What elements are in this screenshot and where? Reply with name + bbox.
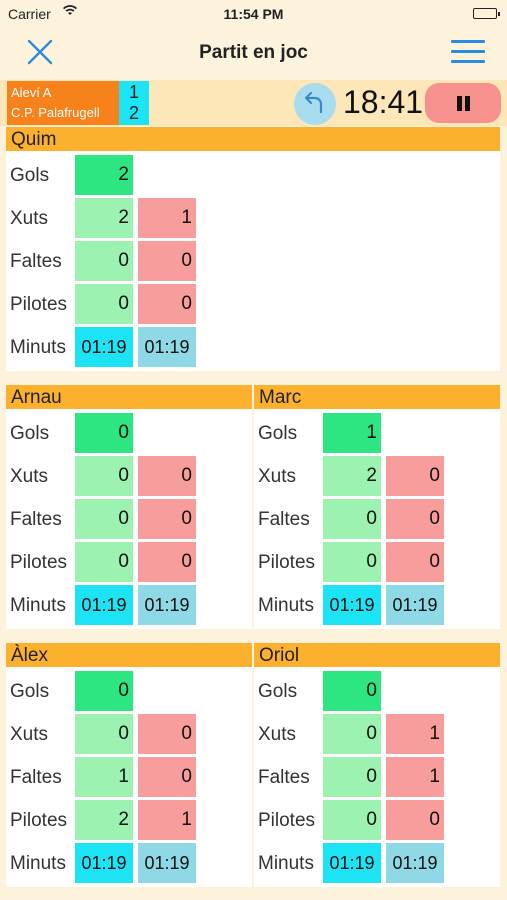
player-name: Arnau xyxy=(6,385,252,409)
away-team-name: C.P. Palafrugell xyxy=(11,105,100,120)
team-names: Aleví A C.P. Palafrugell xyxy=(7,81,119,125)
balls-label: Pilotes xyxy=(10,810,68,831)
minutes-played-cell[interactable]: 01:19 xyxy=(75,843,133,883)
balls-won-cell[interactable]: 0 xyxy=(323,800,381,840)
fouls-committed-cell[interactable]: 1 xyxy=(386,757,444,797)
shots-label: Xuts xyxy=(258,724,297,745)
minutes-played-cell[interactable]: 01:19 xyxy=(75,585,133,625)
navigation-bar: Partit en joc xyxy=(0,28,507,76)
fouls-received-cell[interactable]: 0 xyxy=(323,499,381,539)
fouls-committed-cell[interactable]: 0 xyxy=(386,499,444,539)
shots-label: Xuts xyxy=(10,466,49,487)
menu-icon[interactable] xyxy=(451,40,485,64)
goals-label: Gols xyxy=(10,423,50,444)
fouls-label: Faltes xyxy=(10,251,62,272)
minutes-played-cell[interactable]: 01:19 xyxy=(75,327,133,367)
minutes-label: Minuts xyxy=(10,337,66,358)
home-score: 1 xyxy=(128,82,139,102)
shots-missed-cell[interactable]: 0 xyxy=(386,456,444,496)
pause-icon xyxy=(457,96,462,111)
player-card: Arnau Gols 0 Xuts 0 0 Faltes 0 0 Pilotes… xyxy=(6,385,252,629)
balls-lost-cell[interactable]: 0 xyxy=(386,800,444,840)
scores: 1 2 xyxy=(119,81,149,125)
shots-on-target-cell[interactable]: 2 xyxy=(323,456,381,496)
battery-icon xyxy=(473,8,500,19)
fouls-received-cell[interactable]: 1 xyxy=(75,757,133,797)
player-name: Àlex xyxy=(6,643,252,667)
fouls-received-cell[interactable]: 0 xyxy=(75,499,133,539)
match-clock: 18:41 xyxy=(343,84,424,120)
balls-lost-cell[interactable]: 0 xyxy=(138,284,196,324)
score-bar: Aleví A C.P. Palafrugell 1 2 18:41 xyxy=(0,80,507,126)
status-bar: Carrier 11:54 PM xyxy=(0,0,507,28)
minutes-total-cell: 01:19 xyxy=(138,327,196,367)
balls-lost-cell[interactable]: 1 xyxy=(138,800,196,840)
player-card: Marc Gols 1 Xuts 2 0 Faltes 0 0 Pilotes … xyxy=(254,385,500,629)
home-team-name: Aleví A xyxy=(11,85,52,100)
shots-label: Xuts xyxy=(10,724,49,745)
fouls-label: Faltes xyxy=(258,767,310,788)
balls-won-cell[interactable]: 0 xyxy=(323,542,381,582)
shots-missed-cell[interactable]: 1 xyxy=(386,714,444,754)
pause-button[interactable] xyxy=(425,83,501,123)
balls-label: Pilotes xyxy=(258,810,316,831)
player-card: Àlex Gols 0 Xuts 0 0 Faltes 1 0 Pilotes … xyxy=(6,643,252,887)
minutes-played-cell[interactable]: 01:19 xyxy=(323,585,381,625)
shots-on-target-cell[interactable]: 0 xyxy=(75,714,133,754)
shots-label: Xuts xyxy=(258,466,297,487)
goals-cell[interactable]: 0 xyxy=(323,671,381,711)
goals-label: Gols xyxy=(10,165,50,186)
balls-won-cell[interactable]: 2 xyxy=(75,800,133,840)
balls-label: Pilotes xyxy=(10,552,68,573)
balls-won-cell[interactable]: 0 xyxy=(75,542,133,582)
shots-missed-cell[interactable]: 0 xyxy=(138,456,196,496)
shots-on-target-cell[interactable]: 0 xyxy=(323,714,381,754)
fouls-received-cell[interactable]: 0 xyxy=(323,757,381,797)
shots-label: Xuts xyxy=(10,208,49,229)
goals-cell[interactable]: 1 xyxy=(323,413,381,453)
fouls-label: Faltes xyxy=(10,767,62,788)
balls-label: Pilotes xyxy=(10,294,68,315)
undo-icon xyxy=(304,91,323,114)
fouls-label: Faltes xyxy=(258,509,310,530)
minutes-total-cell: 01:19 xyxy=(138,843,196,883)
fouls-label: Faltes xyxy=(10,509,62,530)
fouls-committed-cell[interactable]: 0 xyxy=(138,499,196,539)
fouls-committed-cell[interactable]: 0 xyxy=(138,241,196,281)
player-name: Marc xyxy=(254,385,500,409)
player-card: Quim Gols 2 Xuts 2 1 Faltes 0 0 Pilotes … xyxy=(6,127,500,371)
fouls-received-cell[interactable]: 0 xyxy=(75,241,133,281)
goals-cell[interactable]: 0 xyxy=(75,671,133,711)
balls-lost-cell[interactable]: 0 xyxy=(138,542,196,582)
away-score: 2 xyxy=(128,103,139,123)
shots-missed-cell[interactable]: 1 xyxy=(138,198,196,238)
player-name: Oriol xyxy=(254,643,500,667)
goals-cell[interactable]: 0 xyxy=(75,413,133,453)
page-title: Partit en joc xyxy=(199,42,308,63)
minutes-label: Minuts xyxy=(10,853,66,874)
minutes-played-cell[interactable]: 01:19 xyxy=(323,843,381,883)
shots-on-target-cell[interactable]: 2 xyxy=(75,198,133,238)
minutes-label: Minuts xyxy=(258,595,314,616)
fouls-committed-cell[interactable]: 0 xyxy=(138,757,196,797)
balls-label: Pilotes xyxy=(258,552,316,573)
goals-label: Gols xyxy=(258,423,298,444)
undo-button[interactable] xyxy=(294,83,336,125)
minutes-total-cell: 01:19 xyxy=(386,843,444,883)
balls-lost-cell[interactable]: 0 xyxy=(386,542,444,582)
goals-cell[interactable]: 2 xyxy=(75,155,133,195)
shots-on-target-cell[interactable]: 0 xyxy=(75,456,133,496)
player-name: Quim xyxy=(6,127,500,151)
minutes-label: Minuts xyxy=(258,853,314,874)
minutes-total-cell: 01:19 xyxy=(138,585,196,625)
goals-label: Gols xyxy=(258,681,298,702)
goals-label: Gols xyxy=(10,681,50,702)
minutes-total-cell: 01:19 xyxy=(386,585,444,625)
shots-missed-cell[interactable]: 0 xyxy=(138,714,196,754)
status-time: 11:54 PM xyxy=(223,6,284,22)
balls-won-cell[interactable]: 0 xyxy=(75,284,133,324)
player-card: Oriol Gols 0 Xuts 0 1 Faltes 0 1 Pilotes… xyxy=(254,643,500,887)
minutes-label: Minuts xyxy=(10,595,66,616)
